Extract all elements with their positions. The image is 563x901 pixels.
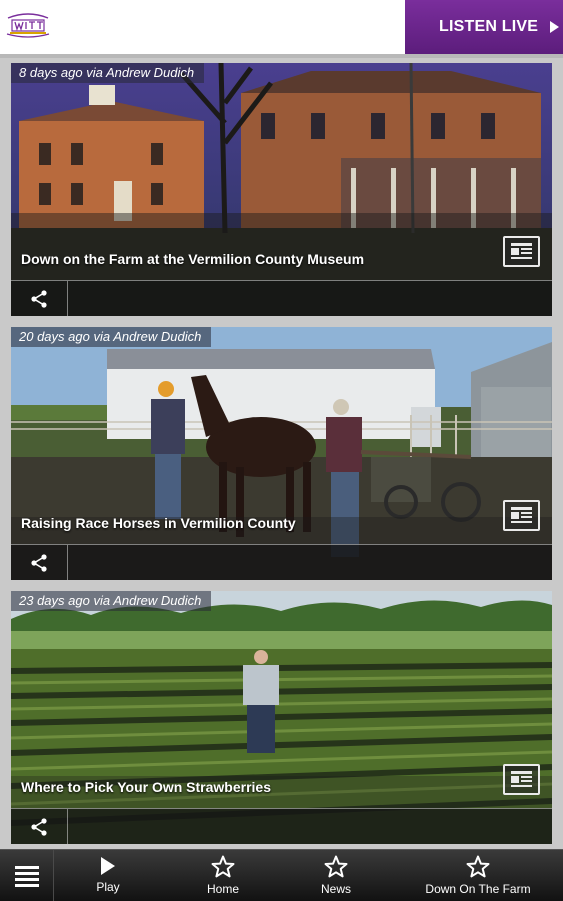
article-icon: [511, 507, 532, 523]
article-action-bar: [11, 544, 552, 580]
nav-item-label: Home: [206, 882, 239, 896]
article-card[interactable]: 8 days ago via Andrew Dudich Down on the…: [11, 63, 552, 316]
article-icon: [511, 243, 532, 259]
menu-button[interactable]: [0, 850, 54, 901]
article-icon: [511, 771, 532, 787]
star-icon: [466, 855, 490, 878]
star-icon: [211, 855, 235, 878]
article-photo: [11, 591, 552, 844]
article-card[interactable]: 23 days ago via Andrew Dudich Where to P…: [11, 591, 552, 844]
star-icon: [324, 855, 348, 878]
article-meta: 23 days ago via Andrew Dudich: [11, 591, 212, 611]
share-button[interactable]: [11, 809, 68, 844]
listen-live-label: LISTEN LIVE: [439, 18, 539, 35]
app-header: LISTEN LIVE: [0, 0, 563, 54]
article-card[interactable]: 20 days ago via Andrew Dudich Raising Ra…: [11, 327, 552, 580]
article-view-button[interactable]: [503, 764, 540, 795]
article-meta: 20 days ago via Andrew Dudich: [11, 327, 212, 347]
article-title[interactable]: Raising Race Horses in Vermilion County: [21, 515, 296, 531]
hamburger-menu-icon: [14, 865, 39, 887]
nav-item-down-on-the-farm[interactable]: Down On The Farm: [418, 850, 538, 901]
nav-item-label: Down On The Farm: [425, 882, 531, 896]
article-view-button[interactable]: [503, 500, 540, 531]
nav-item-label: News: [320, 882, 351, 896]
share-button[interactable]: [11, 545, 68, 580]
article-action-bar: [11, 808, 552, 844]
article-action-bar: [11, 280, 552, 316]
station-logo[interactable]: [4, 8, 52, 42]
article-title[interactable]: Where to Pick Your Own Strawberries: [21, 779, 271, 795]
share-icon: [31, 818, 47, 836]
article-meta: 8 days ago via Andrew Dudich: [11, 63, 205, 83]
header-divider: [0, 54, 563, 58]
nav-item-home[interactable]: Home: [192, 850, 254, 901]
nav-item-play[interactable]: Play: [78, 850, 138, 901]
share-icon: [31, 554, 47, 572]
nav-item-label: Play: [96, 880, 120, 894]
article-photo: [11, 63, 552, 316]
bottom-navigation: Play Home News Down On The Farm: [0, 849, 563, 901]
article-view-button[interactable]: [503, 236, 540, 267]
share-button[interactable]: [11, 281, 68, 316]
article-photo: [11, 327, 552, 580]
listen-live-button[interactable]: LISTEN LIVE: [405, 0, 563, 54]
play-icon: [101, 857, 115, 875]
play-arrow-icon: [550, 21, 560, 33]
article-title[interactable]: Down on the Farm at the Vermilion County…: [21, 251, 364, 267]
share-icon: [31, 290, 47, 308]
nav-item-news[interactable]: News: [306, 850, 366, 901]
